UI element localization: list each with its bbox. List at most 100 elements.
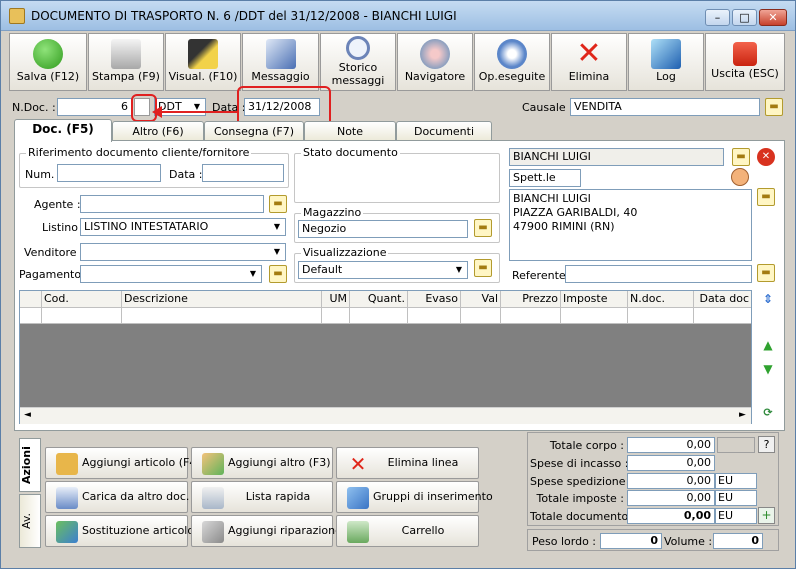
elimina-button[interactable]: ✕ Elimina — [551, 33, 627, 91]
close-button[interactable]: ✕ — [759, 9, 787, 26]
scroll-right-icon[interactable]: ► — [739, 410, 746, 420]
carica-altro-doc-button[interactable]: Carica da altro doc. — [45, 481, 189, 513]
visualizzazione-select[interactable]: Default ▼ — [298, 261, 468, 279]
sort-updown-icon[interactable]: ⇕ — [759, 291, 777, 309]
grid-col-quant[interactable]: Quant. — [350, 291, 408, 308]
refresh-icon[interactable]: ⟳ — [759, 404, 777, 422]
stampa-button[interactable]: Stampa (F9) — [88, 33, 164, 91]
log-button[interactable]: Log — [628, 33, 704, 91]
table-row[interactable] — [20, 308, 751, 324]
help-button[interactable]: ? — [758, 436, 775, 453]
causale-folder-icon[interactable]: ▬ — [765, 98, 783, 116]
cliente-name-input[interactable]: BIANCHI LUIGI — [509, 148, 724, 166]
pagamento-folder-icon[interactable]: ▬ — [269, 265, 287, 283]
magazzino-folder-icon[interactable]: ▬ — [474, 219, 492, 237]
totale-imposte-unit: EU — [715, 490, 757, 506]
spett-input[interactable]: Spett.le — [509, 169, 581, 187]
ndoc-input[interactable]: 6 — [57, 98, 132, 116]
pagamento-select[interactable]: ▼ — [80, 265, 262, 283]
spese-spedizione-value[interactable]: 0,00 — [627, 473, 715, 489]
totale-corpo-label: Totale corpo : — [549, 439, 624, 452]
aggiungi-articolo-button[interactable]: Aggiungi articolo (F4) — [45, 447, 201, 479]
cliente-folder-icon[interactable]: ▬ — [732, 148, 750, 166]
messaggio-button[interactable]: Messaggio — [242, 33, 319, 91]
storico-messaggi-button[interactable]: Storico messaggi — [320, 33, 396, 91]
magazzino-input[interactable]: Negozio — [298, 220, 468, 238]
referente-folder-icon[interactable]: ▬ — [757, 264, 775, 282]
referente-input[interactable] — [565, 265, 752, 283]
grid-col-evaso[interactable]: Evaso — [408, 291, 461, 308]
arrow-head-icon — [152, 106, 162, 118]
visual-button[interactable]: Visual. (F10) — [165, 33, 241, 91]
num-input[interactable] — [57, 164, 161, 182]
uscita-button[interactable]: Uscita (ESC) — [705, 33, 785, 91]
address-line: PIAZZA GARIBALDI, 40 — [513, 206, 638, 219]
tab-consegna[interactable]: Consegna (F7) — [204, 121, 304, 141]
load-document-icon — [56, 487, 78, 509]
visualizzazione-title: Visualizzazione — [301, 246, 389, 259]
address-folder-icon[interactable]: ▬ — [757, 188, 775, 206]
lista-rapida-button[interactable]: Lista rapida — [191, 481, 333, 513]
grid-col-cod[interactable]: Cod. — [42, 291, 122, 308]
tab-note[interactable]: Note — [304, 121, 396, 141]
totale-corpo-unit — [717, 437, 755, 453]
spese-incasso-value[interactable]: 0,00 — [627, 455, 715, 471]
listino-label: Listino : — [42, 221, 86, 234]
visualizzazione-folder-icon[interactable]: ▬ — [474, 259, 492, 277]
add-item-icon — [56, 453, 78, 475]
grid-col-val[interactable]: Val — [461, 291, 501, 308]
group-insert-icon — [347, 487, 369, 509]
magazzino-title: Magazzino — [301, 206, 364, 219]
horizontal-scrollbar[interactable]: ◄ ► — [20, 407, 751, 424]
carrello-button[interactable]: Carrello — [336, 515, 479, 547]
grid-col-imposte[interactable]: Imposte — [561, 291, 628, 308]
navigatore-button[interactable]: Navigatore — [397, 33, 473, 91]
agente-input[interactable] — [80, 195, 264, 213]
righe-grid[interactable]: Cod. Descrizione UM Quant. Evaso Val Pre… — [19, 290, 752, 424]
grid-cell — [322, 308, 350, 324]
minimize-button[interactable]: – — [705, 9, 730, 26]
zoom-plus-icon[interactable]: + — [758, 507, 775, 524]
riferimento-title: Riferimento documento cliente/fornitore — [26, 146, 252, 159]
tab-altro[interactable]: Altro (F6) — [112, 121, 204, 141]
gruppi-inserimento-button[interactable]: Gruppi di inserimento — [336, 481, 493, 513]
printer-icon — [111, 39, 141, 69]
cliente-clear-icon[interactable]: ✕ — [757, 148, 775, 166]
add-grid-icon — [202, 453, 224, 475]
venditore-select[interactable]: ▼ — [80, 243, 286, 261]
tab-documenti[interactable]: Documenti — [396, 121, 492, 141]
spese-incasso-label: Spese di incasso : — [530, 457, 629, 470]
op-eseguite-button[interactable]: Op.eseguite — [474, 33, 550, 91]
grid-col-prezzo[interactable]: Prezzo — [501, 291, 561, 308]
spese-spedizione-label: Spese spedizione : — [530, 475, 633, 488]
grid-col-descrizione[interactable]: Descrizione — [122, 291, 322, 308]
move-up-icon[interactable]: ▲ — [759, 337, 777, 355]
tab-azioni[interactable]: Azioni — [19, 438, 41, 492]
move-down-icon[interactable]: ▼ — [759, 361, 777, 379]
window-title: DOCUMENTO DI TRASPORTO N. 6 /DDT del 31/… — [31, 9, 457, 23]
listino-select[interactable]: LISTINO INTESTATARIO ▼ — [80, 218, 286, 236]
aggiungi-altro-button[interactable]: Aggiungi altro (F3) — [191, 447, 333, 479]
tab-av[interactable]: Av. — [19, 494, 41, 548]
sostituzione-articolo-button[interactable]: Sostituzione articolo — [45, 515, 194, 547]
delete-x-icon: ✕ — [349, 452, 367, 476]
wrench-icon — [202, 521, 224, 543]
grid-header: Cod. Descrizione UM Quant. Evaso Val Pre… — [20, 291, 751, 308]
chevron-down-icon: ▼ — [455, 265, 463, 274]
stato-title: Stato documento — [301, 146, 400, 159]
grid-col-ndoc[interactable]: N.doc. — [628, 291, 694, 308]
maximize-button[interactable]: □ — [732, 9, 757, 26]
address-box[interactable]: BIANCHI LUIGI PIAZZA GARIBALDI, 40 47900… — [509, 189, 752, 261]
agente-folder-icon[interactable]: ▬ — [269, 195, 287, 213]
riferimento-data-input[interactable] — [202, 164, 284, 182]
causale-input[interactable]: VENDITA — [570, 98, 760, 116]
salva-button[interactable]: Salva (F12) — [9, 33, 87, 91]
scroll-left-icon[interactable]: ◄ — [24, 410, 31, 420]
tab-doc[interactable]: Doc. (F5) — [14, 119, 112, 142]
grid-col-um[interactable]: UM — [322, 291, 350, 308]
grid-cell — [461, 308, 501, 324]
contact-person-icon[interactable] — [731, 168, 749, 186]
grid-col-datadoc[interactable]: Data doc — [694, 291, 751, 308]
aggiungi-riparazione-button[interactable]: Aggiungi riparazione — [191, 515, 342, 547]
elimina-linea-button[interactable]: ✕ Elimina linea — [336, 447, 479, 479]
